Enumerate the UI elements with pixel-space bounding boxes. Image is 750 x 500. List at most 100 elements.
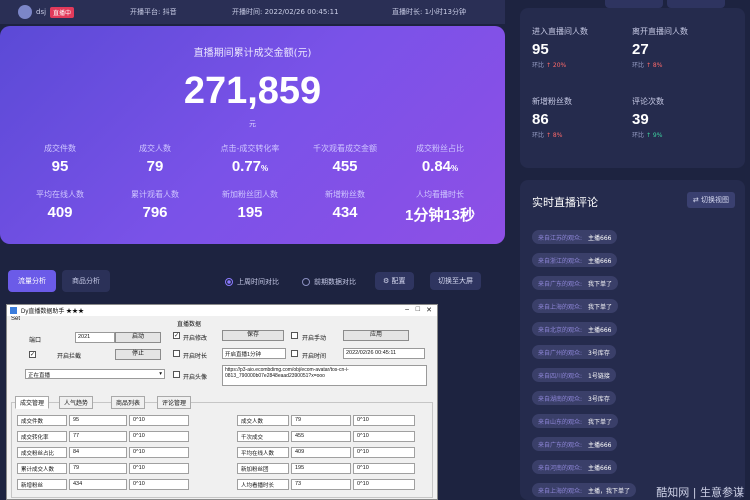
tab-traffic[interactable]: 流量分析 [8,270,56,292]
right-tab[interactable] [667,0,725,8]
platform-text: 开播平台: 抖音 [130,8,177,16]
stat-item: 新增粉丝数 434 [300,189,390,221]
time-input[interactable]: 2022/02/26 00:45:11 [343,348,425,359]
stat-value: 95 [51,158,69,175]
stat-label: 新加粉丝团人数 [222,190,278,199]
row-range-input[interactable]: 0^10 [353,463,415,474]
menu-set[interactable]: Set [7,316,437,325]
status-select[interactable]: 正在直播 ▾ [25,369,165,379]
stat-value: 0.77% [231,158,269,175]
comment-item: 来自北京的观众: 主播666 [532,322,618,336]
stat-value: 434 [332,204,358,221]
group-title: 直播数据 [177,322,202,328]
account-name: dsj [36,8,47,16]
comment-item: 来自河南的观众: 主播666 [532,460,618,474]
fullscreen-button[interactable]: 切换至大屏 [430,272,481,290]
comment-item: 来自湖南的观众: 3号库存 [532,391,616,405]
stat-item: 累计观看人数 796 [110,189,200,221]
comment-item: 来自广州的观众: 3号库存 [532,345,616,359]
row-label: 千次成交 [237,431,289,442]
comments-title: 实时直播评论 [532,196,598,209]
enable-intercept-checkbox[interactable]: ✓ [29,351,36,358]
stat-new-fans: 新增粉丝数 86 环比 ↑ 8% [532,97,572,139]
radio-previous[interactable]: 前期数据对比 [302,277,356,287]
stat-value: 0.84% [421,158,459,175]
duration-label: 开启时长 [183,354,208,360]
row-range-input[interactable]: 0^10 [353,447,415,458]
tab-comments[interactable]: 评论管理 [157,396,192,409]
row-label: 成交粉丝占比 [17,447,67,458]
row-range-input[interactable]: 0^10 [129,463,189,474]
row-range-input[interactable]: 0^10 [129,431,189,442]
right-tabs [605,0,725,8]
row-value-input[interactable]: 409 [291,447,351,458]
avatar [18,5,32,19]
row-value-input[interactable]: 95 [69,415,127,426]
row-value-input[interactable]: 79 [291,415,351,426]
row-value-input[interactable]: 77 [69,431,127,442]
traffic-stats-panel: 进入直播间人数 95 环比 ↑ 20% 离开直播间人数 27 环比 ↑ 8% 新… [520,8,745,168]
chevron-down-icon: ▾ [159,371,162,377]
right-tab[interactable] [605,0,663,8]
row-label: 成交件数 [17,415,67,426]
row-range-input[interactable]: 0^10 [129,447,189,458]
maximize-icon[interactable]: □ [416,306,420,313]
window-titlebar[interactable]: Dy直播数据助手 ★★★ – □ ✕ [7,305,437,316]
row-value-input[interactable]: 79 [69,463,127,474]
tab-popularity[interactable]: 人气趋势 [59,396,94,409]
port-input[interactable]: 2021 [75,332,115,343]
stat-item: 成交人数 79 [110,143,200,175]
row-range-input[interactable]: 0^10 [353,415,415,426]
stat-label: 成交件数 [44,144,76,153]
tab-products[interactable]: 商品分析 [62,270,110,292]
row-range-input[interactable]: 0^10 [129,415,189,426]
row-range-input[interactable]: 0^10 [353,479,415,490]
stat-comments: 评论次数 39 环比 ↑ 9% [632,97,664,139]
app-icon [10,307,17,314]
stat-item: 成交件数 95 [15,143,105,175]
avatar-checkbox[interactable] [173,371,180,378]
modify-checkbox[interactable]: ✓ [173,332,180,339]
time-checkbox[interactable] [291,350,298,357]
radio-last-week[interactable]: 上周时间对比 [225,277,279,287]
row-range-input[interactable]: 0^10 [353,431,415,442]
stat-enter: 进入直播间人数 95 环比 ↑ 20% [532,27,588,69]
window-title: Dy直播数据助手 ★★★ [21,309,85,315]
row-range-input[interactable]: 0^10 [129,479,189,490]
watermark: 酷知网 | 生意参谋 [656,486,744,499]
duration-text: 直播时长: 1小时13分钟 [392,8,466,16]
duration-checkbox[interactable] [173,350,180,357]
radio-unchecked-icon [302,278,310,286]
row-value-input[interactable]: 84 [69,447,127,458]
close-icon[interactable]: ✕ [426,306,432,314]
duration-input[interactable]: 开启直播1分钟 [222,348,286,359]
manual-checkbox[interactable] [291,332,298,339]
config-button[interactable]: ⚙ 配置 [375,272,414,290]
stat-value: 455 [332,158,358,175]
tab-products[interactable]: 商品列表 [111,396,146,409]
stop-button[interactable]: 停止 [115,349,161,360]
minimize-icon[interactable]: – [405,306,409,313]
start-time-text: 开播时间: 2022/02/26 00:45:11 [232,8,339,16]
stat-item: 点击-成交转化率 0.77% [205,143,295,175]
comment-item: 来自上海的观众: 主播，我下单了 [532,483,637,497]
comment-item: 来自山东的观众: 我下单了 [532,414,619,428]
switch-view-button[interactable]: ⇄ 切换视图 [686,192,735,208]
row-value-input[interactable]: 434 [69,479,127,490]
tab-sales-mgmt[interactable]: 成交管理 [15,396,50,409]
row-label: 新加粉丝团 [237,463,289,474]
start-button[interactable]: 启动 [115,332,161,343]
time-label: 开启时间 [302,354,327,360]
apply-button[interactable]: 应用 [343,330,409,341]
stat-label: 平均在线人数 [36,190,84,199]
row-value-input[interactable]: 73 [291,479,351,490]
stat-label: 成交人数 [139,144,171,153]
stat-label: 新增粉丝数 [325,190,365,199]
save-button[interactable]: 保存 [222,330,284,341]
avatar-url-input[interactable]: https://p3-aio.ecombdimg.com/obj/ecom-av… [222,365,427,386]
comment-item: 来自广东的观众: 我下单了 [532,276,619,290]
row-label: 人均看播时长 [237,479,289,490]
row-value-input[interactable]: 455 [291,431,351,442]
comment-item: 来自浙江的观众: 主播666 [532,253,618,267]
row-value-input[interactable]: 195 [291,463,351,474]
